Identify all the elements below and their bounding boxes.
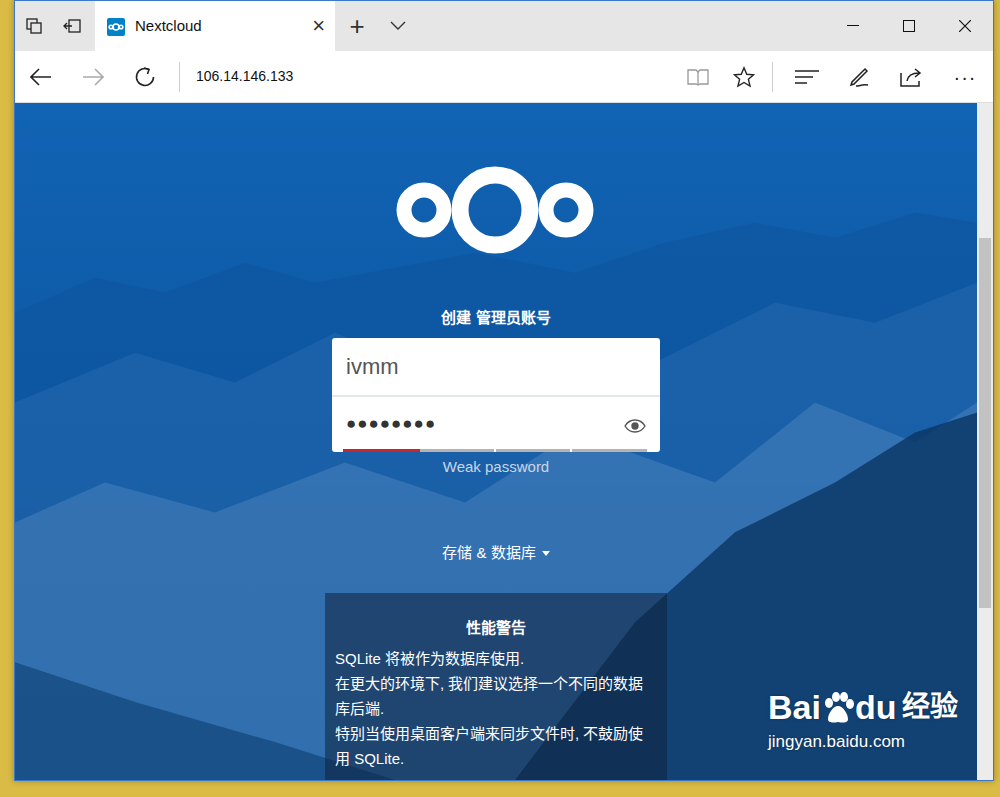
show-password-eye-icon[interactable] <box>624 408 646 441</box>
form-heading: 创建 管理员账号 <box>441 307 550 330</box>
back-arrow-icon[interactable] <box>15 68 67 86</box>
tab-title[interactable]: Nextcloud <box>135 15 302 38</box>
set-aside-tabs-icon[interactable] <box>53 1 91 51</box>
storage-database-toggle[interactable]: 存储 & 数据库 <box>442 542 549 565</box>
browser-tab[interactable]: Nextcloud × <box>95 1 335 51</box>
dropdown-caret-icon <box>542 551 550 556</box>
scrollbar[interactable] <box>977 103 993 780</box>
refresh-icon[interactable] <box>119 66 171 88</box>
reading-view-icon <box>672 68 724 86</box>
admin-form: ivmm ●●●●●●●● <box>332 338 660 452</box>
performance-warning: 性能警告 SQLite 将被作为数据库使用.在更大的环境下, 我们建议选择一个不… <box>325 593 667 781</box>
password-strength-track <box>343 449 649 452</box>
scrollbar-thumb[interactable] <box>979 238 991 608</box>
favorite-star-icon[interactable] <box>724 66 764 88</box>
hub-icon[interactable] <box>781 69 833 85</box>
minimize-icon[interactable] <box>825 1 881 51</box>
forward-arrow-icon <box>67 68 119 86</box>
browser-window: Nextcloud × + 106.14.146.133 <box>14 0 994 781</box>
share-icon[interactable] <box>885 67 937 87</box>
password-value[interactable]: ●●●●●●●● <box>346 411 624 437</box>
tab-manager-icon[interactable] <box>15 1 53 51</box>
web-note-pen-icon[interactable] <box>833 66 885 88</box>
baidu-watermark: Bai du 经验 jingyan.baidu.com <box>768 688 958 755</box>
more-menu-button[interactable]: ··· <box>937 62 993 92</box>
tab-preview-chevron-icon[interactable] <box>379 1 417 51</box>
nextcloud-favicon-icon <box>107 14 125 38</box>
address-bar: 106.14.146.133 ··· <box>15 51 993 103</box>
tab-strip: Nextcloud × + <box>15 1 993 51</box>
password-field[interactable]: ●●●●●●●● <box>332 395 660 452</box>
close-tab-button[interactable]: × <box>312 15 325 37</box>
close-window-icon[interactable] <box>937 1 993 51</box>
warning-title: 性能警告 <box>335 615 657 640</box>
username-value[interactable]: ivmm <box>346 350 399 383</box>
new-tab-button[interactable]: + <box>335 1 379 51</box>
password-strength-label: Weak password <box>443 456 549 479</box>
warning-line: 在更大的环境下, 我们建议选择一个不同的数据库后端. <box>335 671 657 721</box>
nextcloud-logo-icon <box>396 165 596 255</box>
url-field[interactable]: 106.14.146.133 <box>188 66 672 87</box>
nextcloud-page: 创建 管理员账号 ivmm ●●●●●●●● Weak password <box>15 103 977 780</box>
password-strength-fill <box>343 449 420 452</box>
username-field[interactable]: ivmm <box>332 338 660 395</box>
paw-icon <box>821 688 855 725</box>
warning-line: 特别当使用桌面客户端来同步文件时, 不鼓励使用 SQLite. <box>335 721 657 771</box>
maximize-icon[interactable] <box>881 1 937 51</box>
warning-line: SQLite 将被作为数据库使用. <box>335 646 657 671</box>
